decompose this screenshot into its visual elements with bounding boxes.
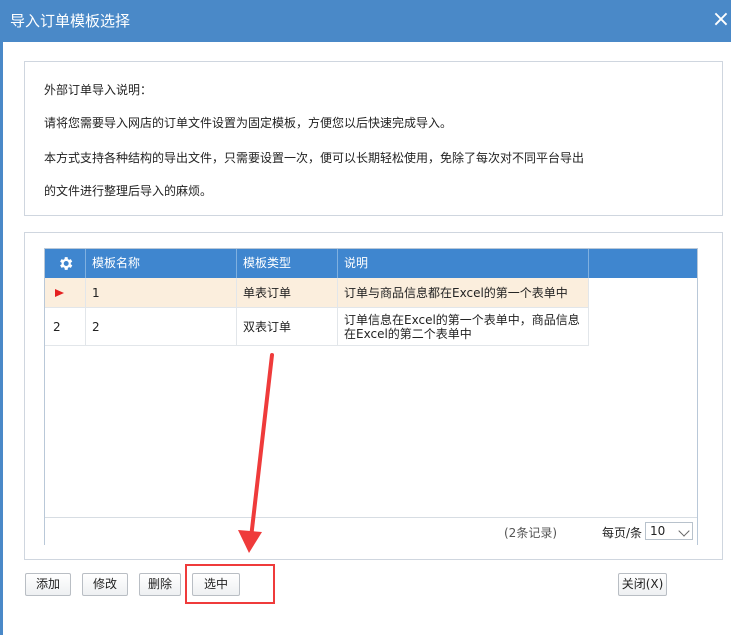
column-settings[interactable] xyxy=(45,249,86,278)
delete-button[interactable]: 删除 xyxy=(139,573,181,596)
row-number: 2 xyxy=(45,308,86,345)
cell-description: 订单信息在Excel的第一个表单中，商品信息在Excel的第二个表单中 xyxy=(338,308,589,345)
add-button[interactable]: 添加 xyxy=(25,573,71,596)
description-line: 请将您需要导入网店的订单文件设置为固定模板，方便您以后快速完成导入。 xyxy=(44,116,453,130)
gear-icon[interactable] xyxy=(57,255,74,272)
per-page-select[interactable]: 10 xyxy=(645,522,693,540)
cell-template-type: 双表订单 xyxy=(237,308,338,345)
template-grid: 模板名称 模板类型 说明 1 单表订单 订单与商品信息都在Excel的第一个表单… xyxy=(44,248,698,545)
header-description[interactable]: 说明 xyxy=(338,249,589,278)
per-page-value: 10 xyxy=(650,524,666,538)
grid-pager: (2条记录) 每页/条 10 xyxy=(45,517,697,545)
dialog-title: 导入订单模板选择 xyxy=(10,12,131,30)
chevron-down-icon xyxy=(678,525,690,537)
close-icon[interactable]: × xyxy=(711,9,731,32)
record-count: (2条记录) xyxy=(504,526,557,540)
grid-header: 模板名称 模板类型 说明 xyxy=(45,249,697,278)
per-page-label: 每页/条 xyxy=(601,526,642,540)
template-grid-panel: 模板名称 模板类型 说明 1 单表订单 订单与商品信息都在Excel的第一个表单… xyxy=(24,232,723,560)
current-row-icon xyxy=(55,288,64,297)
edit-button[interactable]: 修改 xyxy=(82,573,128,596)
annotation-highlight-box xyxy=(185,564,275,604)
header-template-type[interactable]: 模板类型 xyxy=(237,249,338,278)
close-button[interactable]: 关闭(X) xyxy=(618,573,667,596)
description-panel: 外部订单导入说明： 请将您需要导入网店的订单文件设置为固定模板，方便您以后快速完… xyxy=(24,61,723,216)
table-row[interactable]: 2 2 双表订单 订单信息在Excel的第一个表单中，商品信息在Excel的第二… xyxy=(45,308,589,346)
cell-template-type: 单表订单 xyxy=(237,278,338,307)
dialog-titlebar: 导入订单模板选择 × xyxy=(0,0,731,42)
description-heading: 外部订单导入说明： xyxy=(44,83,153,97)
header-template-name[interactable]: 模板名称 xyxy=(86,249,237,278)
table-row[interactable]: 1 单表订单 订单与商品信息都在Excel的第一个表单中 xyxy=(45,278,589,308)
cell-template-name: 1 xyxy=(86,278,237,307)
description-line: 本方式支持各种结构的导出文件，只需要设置一次，便可以长期轻松使用，免除了每次对不… xyxy=(44,151,585,165)
cell-description: 订单与商品信息都在Excel的第一个表单中 xyxy=(338,278,589,307)
cell-template-name: 2 xyxy=(86,308,237,345)
description-line: 的文件进行整理后导入的麻烦。 xyxy=(44,184,213,198)
row-indicator xyxy=(45,278,86,307)
window-edge xyxy=(0,42,3,635)
